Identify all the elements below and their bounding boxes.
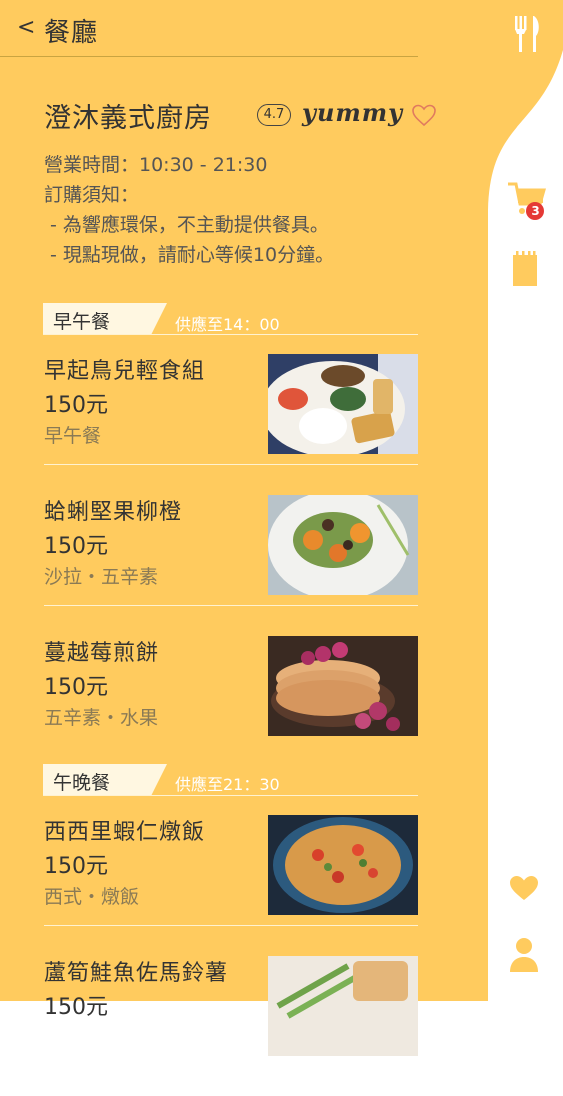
- item-price: 150元: [44, 675, 108, 700]
- item-divider: [44, 605, 418, 606]
- item-name: 西西里蝦仁燉飯: [44, 820, 206, 845]
- salmon-asparagus-photo: [268, 956, 418, 1056]
- item-divider: [44, 925, 418, 926]
- menu-item[interactable]: 蛤蜊堅果柳橙 150元 沙拉・五辛素: [44, 494, 418, 635]
- section-label: 早午餐: [53, 311, 111, 333]
- item-tags: 西式・燉飯: [44, 886, 140, 908]
- item-price: 150元: [44, 995, 108, 1020]
- item-divider: [44, 464, 418, 465]
- section-label: 午晚餐: [53, 772, 111, 794]
- top-bar: < 餐廳: [0, 0, 418, 57]
- item-price: 150元: [44, 534, 108, 559]
- item-price: 150元: [44, 854, 108, 879]
- heart-icon[interactable]: [508, 874, 540, 902]
- rating-badge: 4.7: [257, 104, 291, 126]
- item-name: 蘆筍鮭魚佐馬鈴薯: [44, 961, 229, 986]
- section-tag-dinner: 午晚餐: [43, 764, 167, 796]
- item-price: 150元: [44, 393, 108, 418]
- section-divider: [43, 334, 418, 335]
- notepad-icon[interactable]: [512, 251, 538, 287]
- order-notice-title: 訂購須知：: [44, 184, 140, 206]
- salad-bowl-photo: [268, 495, 418, 595]
- back-chevron-icon[interactable]: <: [17, 16, 35, 40]
- restaurant-name: 澄沐義式廚房: [44, 103, 212, 134]
- section-note: 供應至21：30: [175, 775, 280, 794]
- favorite-heart-icon[interactable]: [411, 103, 437, 127]
- shrimp-risotto-photo: [268, 815, 418, 915]
- user-icon[interactable]: [508, 936, 540, 974]
- menu-item[interactable]: 蘆筍鮭魚佐馬鈴薯 150元: [44, 955, 418, 1096]
- menu-item[interactable]: 西西里蝦仁燉飯 150元 西式・燉飯: [44, 814, 418, 955]
- item-name: 蛤蜊堅果柳橙: [44, 500, 183, 525]
- page-title: 餐廳: [44, 18, 99, 48]
- fork-knife-icon[interactable]: [512, 14, 542, 54]
- item-tags: 沙拉・五辛素: [44, 566, 159, 588]
- business-hours: 營業時間：10:30 - 21:30: [44, 154, 268, 176]
- item-name: 蔓越莓煎餅: [44, 641, 160, 666]
- pancakes-photo: [268, 636, 418, 736]
- breakfast-plate-photo: [268, 354, 418, 454]
- item-name: 早起鳥兒輕食組: [44, 359, 206, 384]
- brand-logo: yummy: [302, 98, 404, 127]
- menu-item[interactable]: 早起鳥兒輕食組 150元 早午餐: [44, 353, 418, 494]
- menu-item[interactable]: 蔓越莓煎餅 150元 五辛素・水果: [44, 635, 418, 776]
- order-notice-2: - 現點現做，請耐心等候10分鐘。: [50, 244, 335, 266]
- section-divider: [43, 795, 418, 796]
- section-tag-brunch: 早午餐: [43, 303, 167, 335]
- item-tags: 五辛素・水果: [44, 707, 159, 729]
- item-tags: 早午餐: [44, 425, 102, 447]
- cart-badge: 3: [531, 204, 540, 218]
- order-notice-1: - 為響應環保，不主動提供餐具。: [50, 214, 329, 236]
- section-note: 供應至14：00: [175, 315, 280, 334]
